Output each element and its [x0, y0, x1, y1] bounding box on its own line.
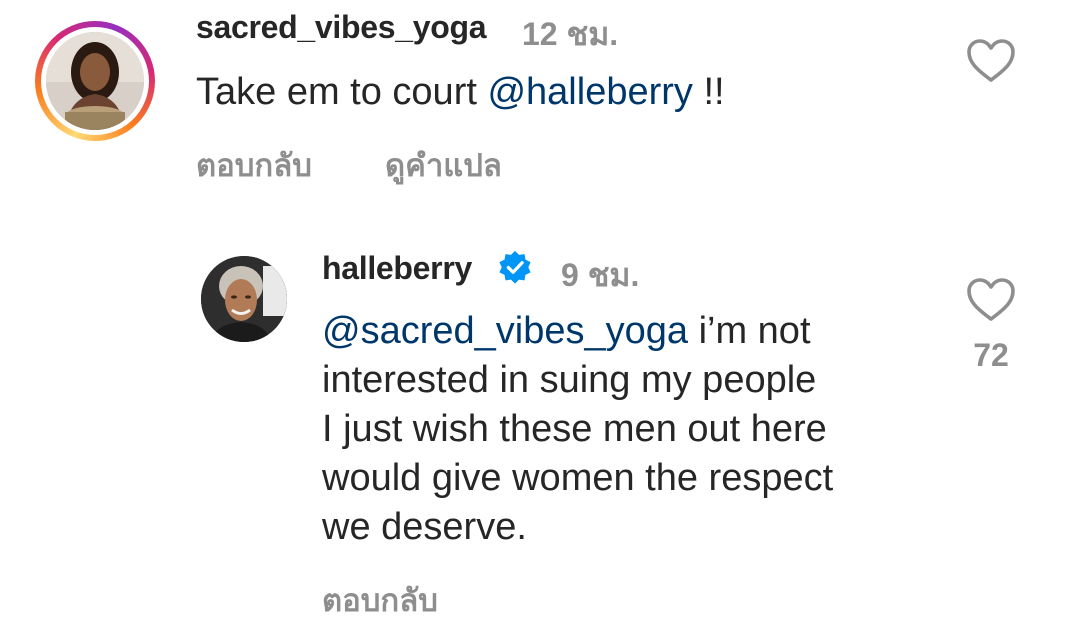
comment-text: Take em to court @halleberry !! [196, 68, 725, 117]
like-count[interactable]: 72 [961, 337, 1021, 374]
story-ring[interactable] [35, 21, 155, 141]
comment-line: would give women the respect [322, 457, 834, 499]
heart-icon[interactable] [966, 38, 1016, 84]
comment-username[interactable]: sacred_vibes_yoga [196, 9, 487, 46]
verified-badge-icon [496, 249, 534, 287]
comment-line: @sacred_vibes_yoga i’m not [322, 307, 833, 356]
reply-button[interactable]: ตอบกลับ [322, 575, 438, 625]
comment-text-part: i’m not [688, 310, 811, 352]
heart-icon[interactable] [966, 277, 1016, 323]
reply-button[interactable]: ตอบกลับ [196, 140, 312, 190]
comment-timestamp: 12 ชม. [522, 16, 619, 52]
comment-text: @sacred_vibes_yoga i’m not interested in… [322, 307, 833, 552]
comment-1: sacred_vibes_yoga 12 ชม. Take em to cour… [0, 0, 1080, 215]
comment-text-part: !! [692, 71, 725, 113]
avatar[interactable] [201, 256, 287, 342]
comment-line: I just wish these men out here [322, 408, 827, 450]
comment-timestamp: 9 ชม. [561, 257, 640, 293]
comment-text-part: Take em to court [196, 71, 488, 113]
comment-username[interactable]: halleberry [322, 250, 472, 287]
avatar[interactable] [46, 32, 144, 130]
mention-link[interactable]: @halleberry [487, 71, 692, 113]
mention-link[interactable]: @sacred_vibes_yoga [322, 310, 688, 352]
comment-line: interested in suing my people [322, 359, 817, 401]
comment-reply: halleberry 9 ชม. @sacred_vibes_yoga i’m … [0, 215, 1080, 640]
see-translation-button[interactable]: ดูคำแปล [385, 140, 502, 190]
comment-line: we deserve. [322, 506, 527, 548]
